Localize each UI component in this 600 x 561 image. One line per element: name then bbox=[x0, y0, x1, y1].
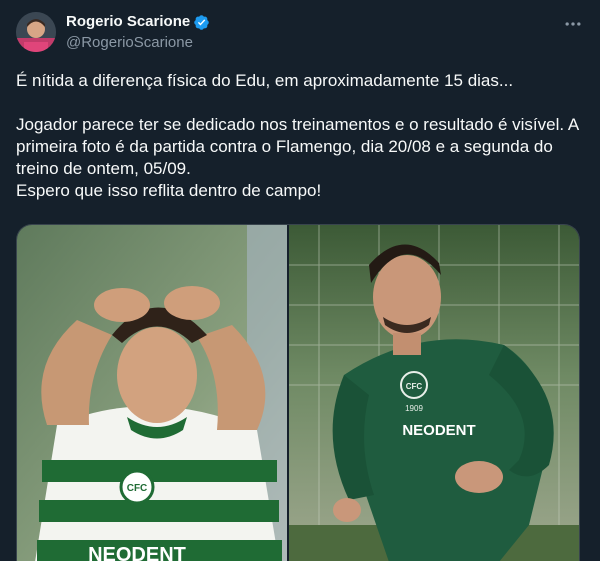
right-sponsor-text: NEODENT bbox=[402, 422, 475, 439]
verified-badge-icon bbox=[193, 14, 210, 31]
photo-match[interactable]: CFC NEODENT bbox=[17, 225, 287, 561]
avatar[interactable] bbox=[16, 12, 56, 52]
tweet-text-line-2: Jogador parece ter se dedicado nos trein… bbox=[16, 115, 579, 178]
left-crest-text: CFC bbox=[127, 483, 148, 494]
tweet-header: Rogerio Scarione @RogerioScarione bbox=[66, 12, 210, 53]
more-horizontal-icon bbox=[565, 22, 581, 26]
more-options-button[interactable] bbox=[560, 14, 586, 34]
tweet-text: É nítida a diferença física do Edu, em a… bbox=[16, 70, 586, 202]
left-sponsor-text: NEODENT bbox=[88, 544, 186, 561]
tweet-card: Rogerio Scarione @RogerioScarione É níti… bbox=[0, 0, 600, 561]
photo-training[interactable]: CFC 1909 NEODENT bbox=[289, 225, 579, 561]
right-year-text: 1909 bbox=[405, 404, 423, 413]
tweet-text-line-1: É nítida a diferença física do Edu, em a… bbox=[16, 71, 514, 90]
author-handle[interactable]: @RogerioScarione bbox=[66, 33, 210, 53]
tweet-text-line-3: Espero que isso reflita dentro de campo! bbox=[16, 181, 322, 200]
tweet-media[interactable]: CFC NEODENT CFC 1909 NEODENT bbox=[16, 224, 580, 561]
author-display-name[interactable]: Rogerio Scarione bbox=[66, 12, 190, 32]
right-crest-text: CFC bbox=[406, 382, 423, 391]
